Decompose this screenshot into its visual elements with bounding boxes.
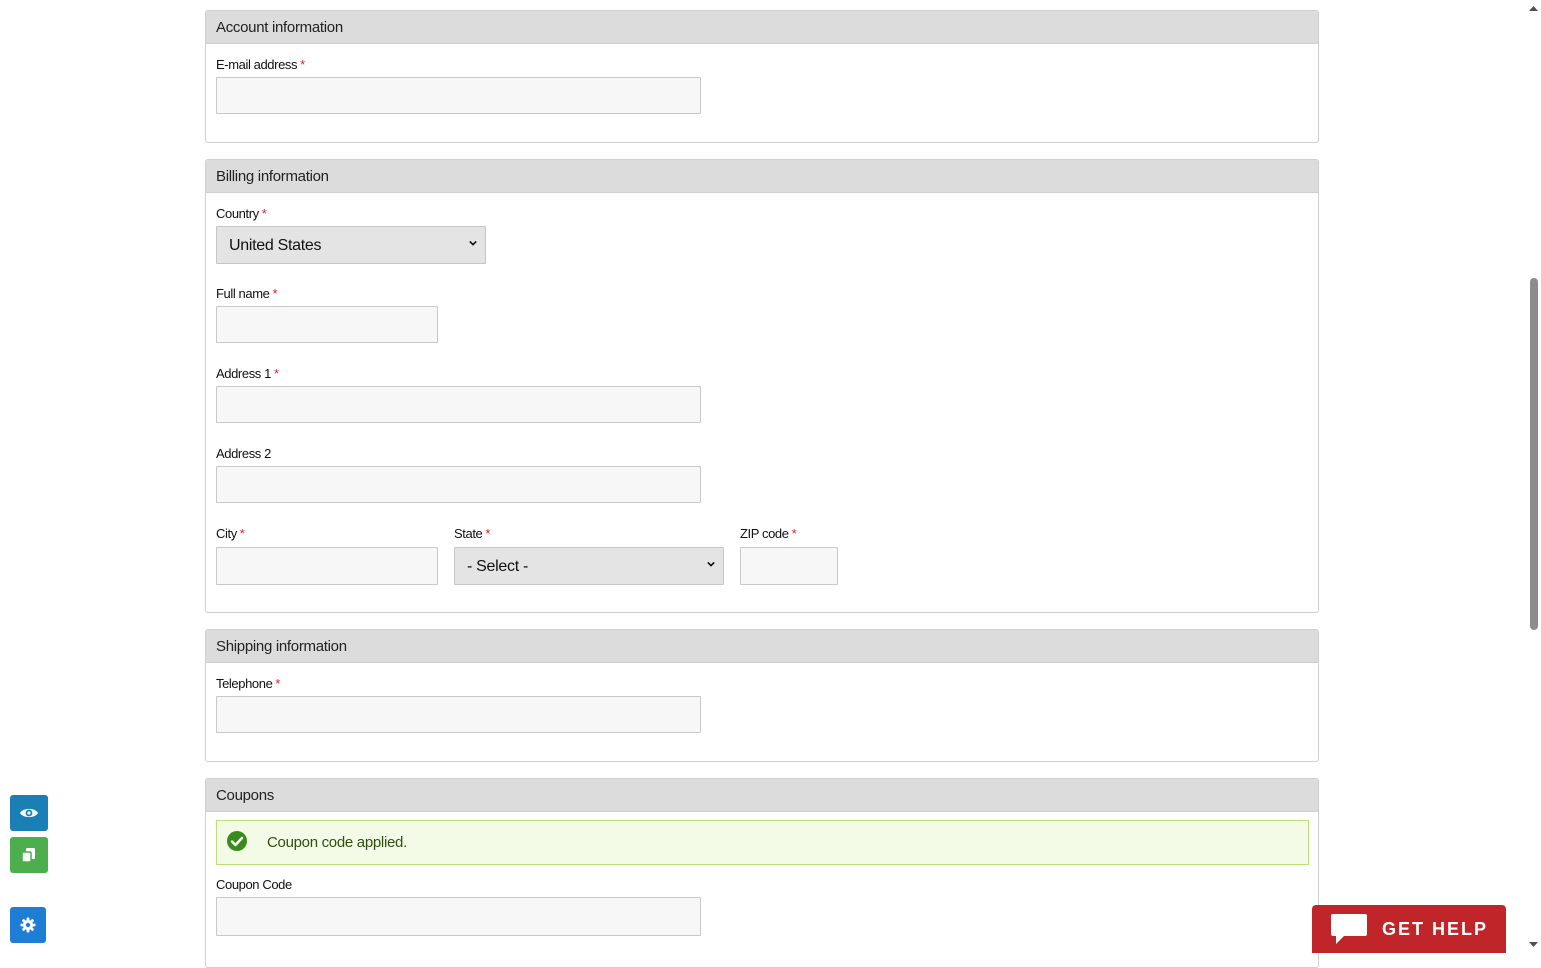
email-label: E-mail address * [216, 57, 305, 72]
required-asterisk: * [485, 526, 491, 541]
account-information-panel: Account information E-mail address * [205, 10, 1319, 143]
address1-field[interactable] [216, 386, 701, 423]
required-asterisk: * [791, 526, 797, 541]
scroll-up-arrow-icon[interactable] [1526, 2, 1541, 14]
panel-title: Coupons [206, 779, 1318, 812]
state-select[interactable]: - Select - [454, 547, 724, 585]
settings-button[interactable] [10, 907, 46, 943]
state-label: State * [454, 526, 491, 541]
state-selected-value: - Select - [467, 558, 529, 575]
required-asterisk: * [273, 366, 279, 381]
panel-title: Account information [206, 11, 1318, 44]
country-select[interactable]: United States [216, 226, 486, 264]
zip-label: ZIP code * [740, 526, 797, 541]
email-field[interactable] [216, 77, 701, 114]
shipping-information-panel: Shipping information Telephone * [205, 629, 1319, 762]
address1-label: Address 1 * [216, 366, 279, 381]
scrollbar-thumb[interactable] [1530, 278, 1538, 630]
required-asterisk: * [239, 526, 245, 541]
coupons-panel: Coupons Coupon code applied. Coupon Code [205, 778, 1319, 968]
chevron-down-icon [707, 561, 715, 567]
full-name-label: Full name * [216, 286, 278, 301]
city-field[interactable] [216, 547, 438, 585]
scroll-down-arrow-icon[interactable] [1526, 939, 1541, 951]
required-asterisk: * [300, 57, 305, 72]
address2-label: Address 2 [216, 446, 271, 461]
copy-icon [21, 848, 35, 863]
country-selected-value: United States [229, 237, 322, 254]
alert-text: Coupon code applied. [267, 834, 407, 851]
required-asterisk: * [275, 676, 281, 691]
get-help-button[interactable]: GET HELP [1312, 905, 1506, 953]
page-scrollbar[interactable] [1526, 0, 1541, 953]
chat-bubble-icon [1331, 914, 1367, 944]
country-label: Country * [216, 206, 267, 221]
gear-icon [20, 917, 36, 933]
panel-title: Billing information [206, 160, 1318, 193]
coupon-success-alert: Coupon code applied. [216, 820, 1309, 865]
zip-field[interactable] [740, 547, 838, 585]
get-help-label: GET HELP [1382, 918, 1489, 939]
telephone-label: Telephone * [216, 676, 281, 691]
chevron-down-icon [469, 240, 477, 246]
coupon-code-label: Coupon Code [216, 877, 292, 892]
full-name-field[interactable] [216, 306, 438, 343]
panel-title: Shipping information [206, 630, 1318, 663]
billing-information-panel: Billing information Country * United Stat… [205, 159, 1319, 613]
check-circle-icon [227, 831, 247, 851]
required-asterisk: * [272, 286, 278, 301]
coupon-code-field[interactable] [216, 897, 701, 936]
telephone-field[interactable] [216, 696, 701, 733]
copy-button[interactable] [10, 837, 48, 873]
city-label: City * [216, 526, 245, 541]
preview-button[interactable] [10, 795, 48, 831]
eye-icon [20, 808, 38, 818]
address2-field[interactable] [216, 466, 701, 503]
required-asterisk: * [261, 206, 267, 221]
